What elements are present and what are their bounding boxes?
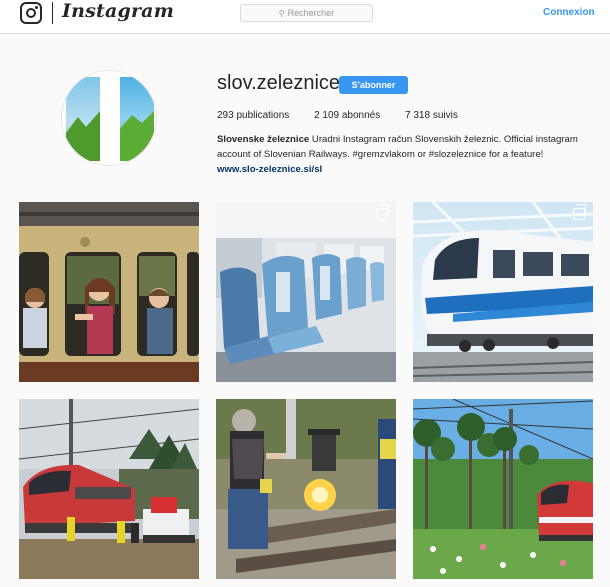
post-thumbnail[interactable] [413,399,593,579]
post-thumbnail[interactable] [216,399,396,579]
post-image-red-train-pines [413,399,593,579]
bio-website-link[interactable]: www.slo-zeleznice.si/sl [217,162,597,177]
instagram-camera-icon[interactable] [20,2,42,24]
avatar-logo-image [62,71,156,165]
brand-divider [52,2,53,24]
search-placeholder: Rechercher [287,8,335,18]
carousel-icon [573,204,586,220]
profile-stats: 293 publications 2 109 abonnés 7 318 sui… [217,110,480,121]
post-thumbnail[interactable] [216,202,396,382]
followers-count[interactable]: 2 109 abonnés [314,110,380,121]
post-image-rail-welding [216,399,396,579]
carousel-icon [376,204,389,220]
post-image-red-train-construction [19,399,199,579]
post-thumbnail[interactable] [413,202,593,382]
top-navigation-bar: Instagram ⚲ Rechercher Connexion [0,0,610,34]
post-thumbnail[interactable] [19,399,199,579]
profile-username: slov.zeleznice [217,72,341,94]
bio-full-name: Slovenske železnice [217,134,310,145]
post-image-children-train-window [19,202,199,382]
profile-bio: Slovenske železnice Uradni Instagram rač… [217,132,597,177]
instagram-wordmark[interactable]: Instagram [62,0,174,22]
post-thumbnail[interactable] [19,202,199,382]
post-image-white-train [413,202,593,382]
publications-count: 293 publications [217,110,290,121]
login-link[interactable]: Connexion [543,7,595,18]
post-image-blue-seats [216,202,396,382]
profile-avatar[interactable] [61,70,157,166]
following-count[interactable]: 7 318 suivis [405,110,458,121]
search-input[interactable]: ⚲ Rechercher [240,4,373,22]
follow-button[interactable]: S'abonner [339,76,408,94]
search-icon: ⚲ [278,9,285,18]
